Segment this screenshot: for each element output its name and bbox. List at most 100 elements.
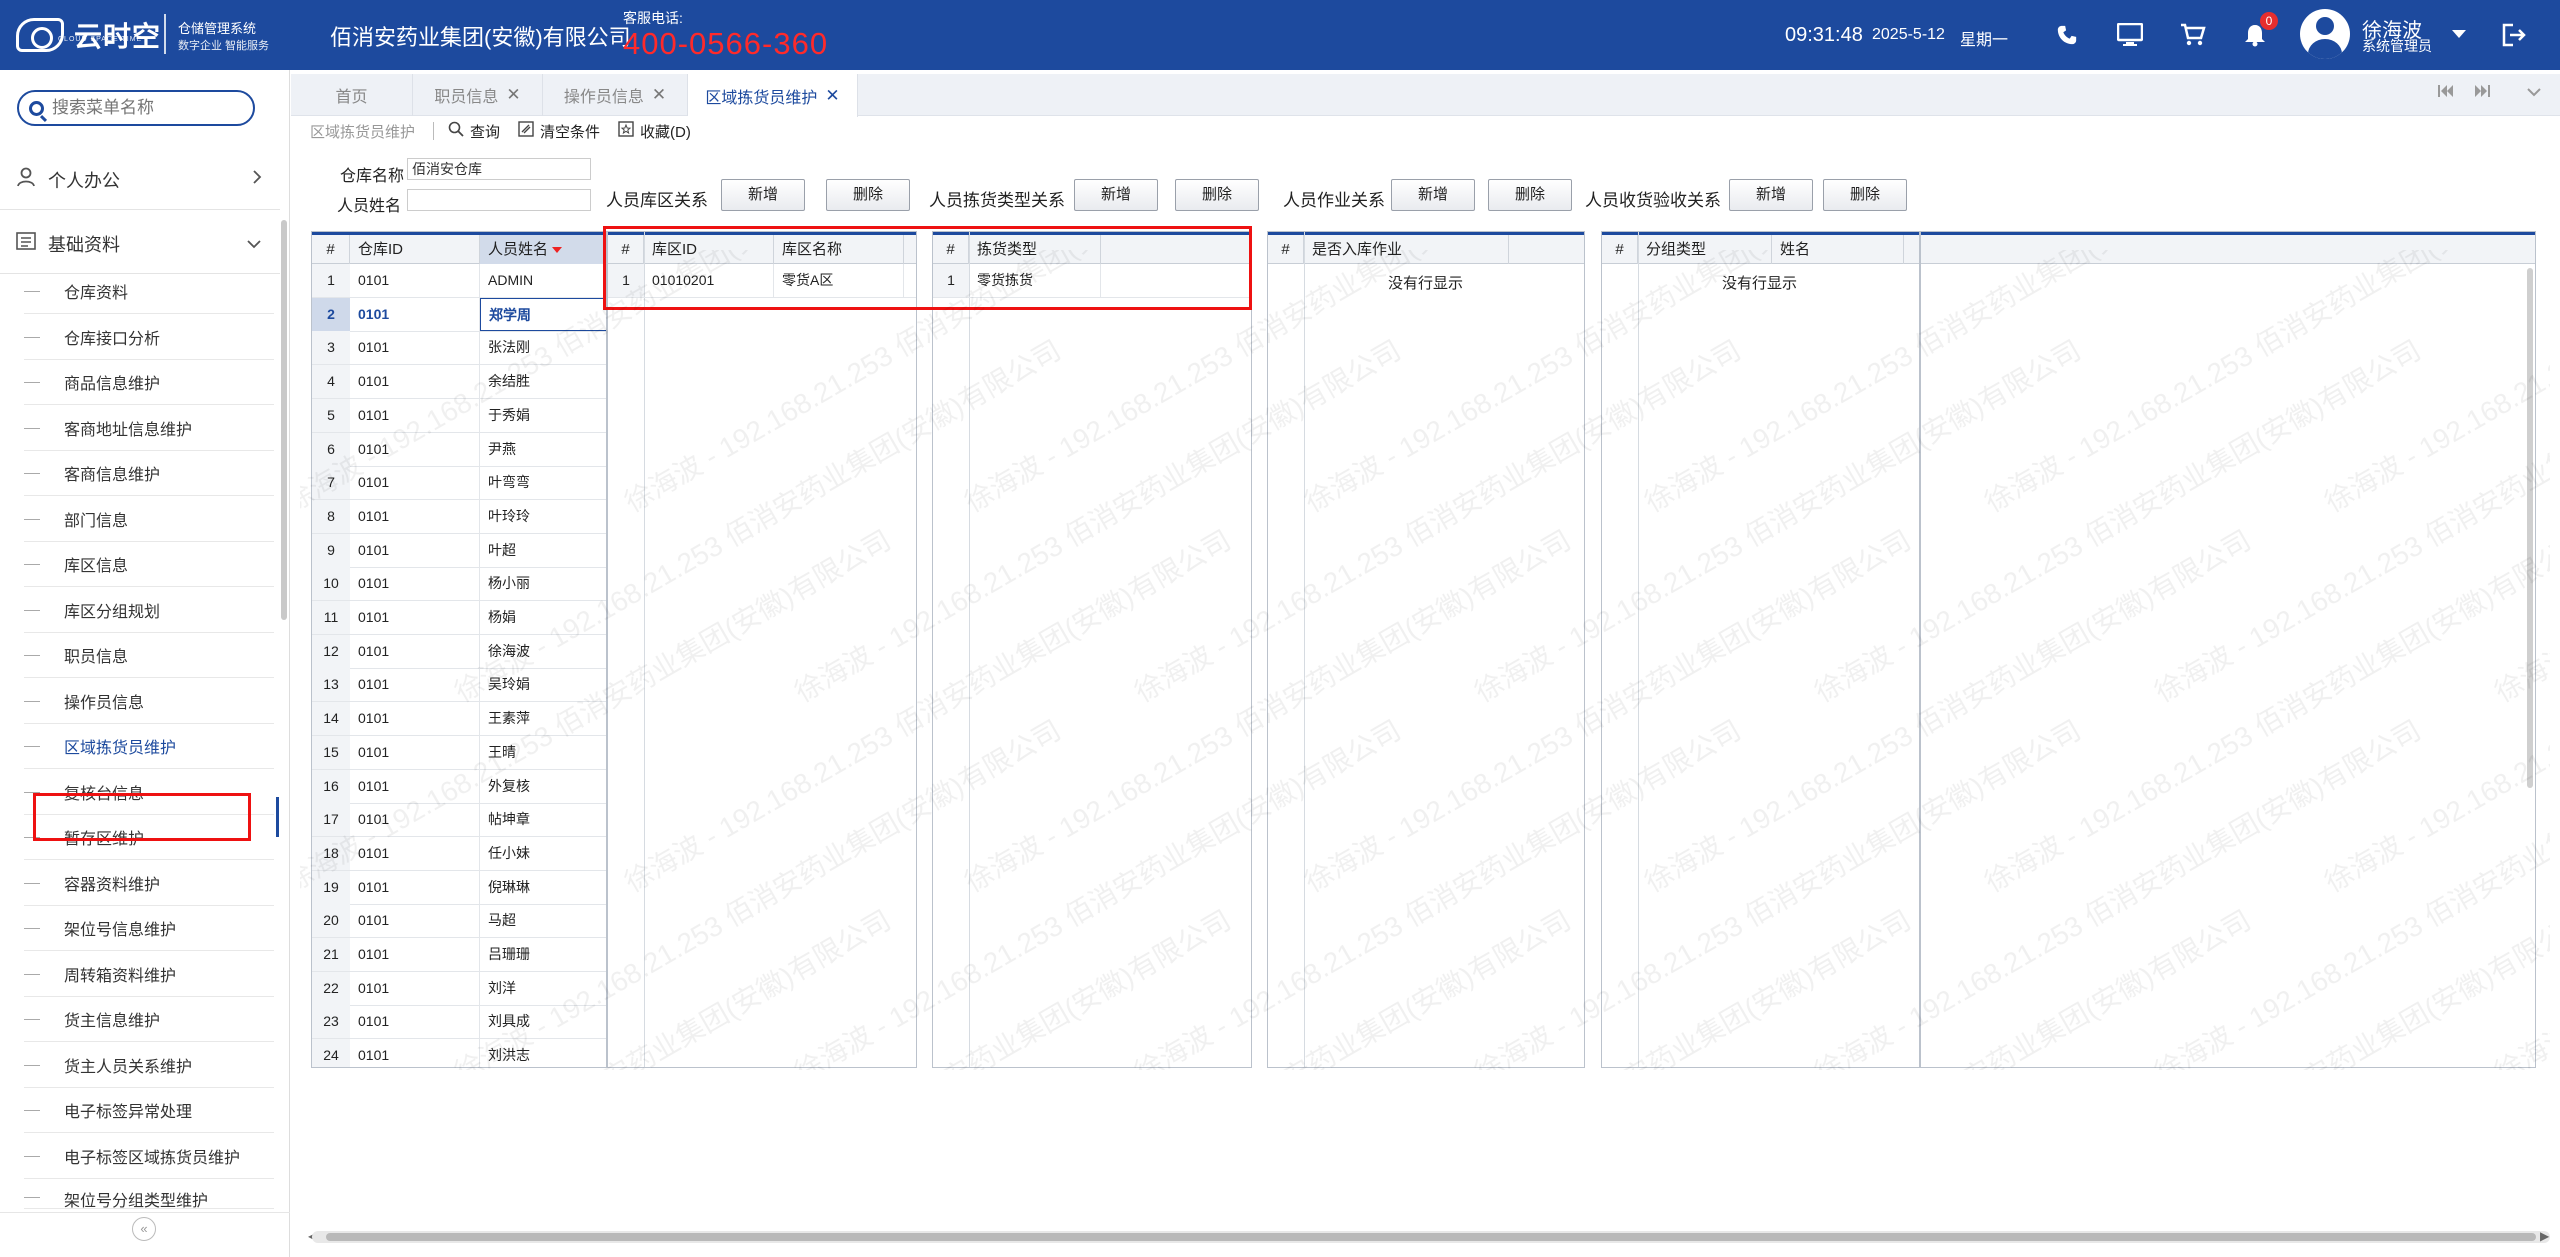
favorite-button[interactable]: 收藏(D) bbox=[618, 120, 691, 142]
receive-delete-button[interactable]: 删除 bbox=[1823, 179, 1907, 211]
sidebar-item-warehouse[interactable]: 仓库资料 bbox=[24, 269, 274, 314]
logout-icon[interactable] bbox=[2499, 20, 2529, 50]
avatar[interactable] bbox=[2300, 9, 2350, 59]
sidebar-item-label: 部门信息 bbox=[64, 513, 129, 530]
tab-operator[interactable]: 操作员信息 ✕ bbox=[543, 74, 688, 116]
table-row[interactable]: 17 0101 帖坤章 bbox=[312, 803, 606, 838]
row-number: 4 bbox=[312, 365, 350, 399]
sidebar-item-etag-picker[interactable]: 电子标签区域拣货员维护 bbox=[24, 1134, 274, 1179]
table-row[interactable]: 2 0101 郑学周 bbox=[312, 297, 606, 332]
scroll-right-arrow-icon[interactable]: ▶ bbox=[2540, 1229, 2549, 1243]
query-button[interactable]: 查询 bbox=[448, 121, 500, 142]
row-number: 21 bbox=[312, 938, 350, 971]
table-row[interactable]: 6 0101 尹燕 bbox=[312, 432, 606, 467]
sidebar-item-container[interactable]: 容器资料维护 bbox=[24, 861, 274, 906]
sidebar-item-owner-staff[interactable]: 货主人员关系维护 bbox=[24, 1043, 274, 1088]
sidebar-item-zone-group[interactable]: 库区分组规划 bbox=[24, 588, 274, 633]
column-header-warehouse-id[interactable]: 仓库ID bbox=[350, 235, 480, 264]
table-row[interactable]: 12 0101 徐海波 bbox=[312, 634, 606, 669]
tab-home[interactable]: 首页 bbox=[291, 74, 413, 116]
sidebar-item-owner[interactable]: 货主信息维护 bbox=[24, 997, 274, 1042]
table-row[interactable]: 11 0101 杨娟 bbox=[312, 601, 606, 635]
table-row[interactable]: 16 0101 外复核 bbox=[312, 769, 606, 804]
table-row[interactable]: 1 0101 ADMIN bbox=[312, 264, 606, 298]
job-add-button[interactable]: 新增 bbox=[1391, 179, 1475, 211]
tab-scroll-left-icon[interactable] bbox=[2438, 84, 2454, 102]
menu-search[interactable] bbox=[17, 90, 255, 126]
tab-staff[interactable]: 职员信息 ✕ bbox=[413, 74, 543, 116]
sidebar-item-zone[interactable]: 库区信息 bbox=[24, 542, 274, 587]
sidebar-item-zone-picker[interactable]: 区域拣货员维护 bbox=[24, 724, 274, 769]
zone-add-button[interactable]: 新增 bbox=[721, 179, 805, 211]
pick-add-button[interactable]: 新增 bbox=[1074, 179, 1158, 211]
logo-icon bbox=[16, 18, 64, 52]
sidebar-item-label: 架位号信息维护 bbox=[64, 922, 177, 939]
warehouse-field[interactable]: 佰消安仓库 bbox=[407, 158, 591, 180]
tab-menu-chevron-down-icon[interactable] bbox=[2526, 84, 2542, 102]
table-row[interactable]: 14 0101 王素萍 bbox=[312, 702, 606, 737]
table-row[interactable]: 23 0101 刘具成 bbox=[312, 1005, 606, 1040]
table-row[interactable]: 3 0101 张法刚 bbox=[312, 331, 606, 366]
column-header-person-name[interactable]: 人员姓名 bbox=[480, 235, 606, 264]
collapse-sidebar-button[interactable]: « bbox=[132, 1217, 156, 1241]
warehouse-id-cell: 0101 bbox=[350, 567, 480, 601]
sidebar-item-merchant-address[interactable]: 客商地址信息维护 bbox=[24, 406, 274, 451]
menu-group-basic[interactable]: 基础资料 bbox=[0, 214, 280, 274]
scrollbar-thumb[interactable] bbox=[326, 1233, 2536, 1241]
table-row[interactable]: 7 0101 叶弯弯 bbox=[312, 466, 606, 501]
sidebar-item-operator[interactable]: 操作员信息 bbox=[24, 679, 274, 724]
sidebar-item-goods[interactable]: 商品信息维护 bbox=[24, 360, 274, 405]
user-menu-caret-icon[interactable] bbox=[2452, 30, 2466, 38]
table-row[interactable]: 20 0101 马超 bbox=[312, 904, 606, 939]
table-row[interactable]: 24 0101 刘洪志 bbox=[312, 1039, 606, 1067]
table-row[interactable]: 22 0101 刘洋 bbox=[312, 971, 606, 1006]
pick-delete-button[interactable]: 删除 bbox=[1175, 179, 1259, 211]
close-icon[interactable]: ✕ bbox=[652, 85, 666, 105]
close-icon[interactable]: ✕ bbox=[506, 85, 520, 105]
sidebar-scrollbar[interactable] bbox=[281, 220, 287, 620]
table-row[interactable]: 10 0101 杨小丽 bbox=[312, 567, 606, 602]
sidebar-item-label: 容器资料维护 bbox=[64, 877, 161, 894]
row-number: 12 bbox=[312, 634, 350, 668]
table-row[interactable]: 8 0101 叶玲玲 bbox=[312, 499, 606, 534]
job-delete-button[interactable]: 删除 bbox=[1488, 179, 1572, 211]
table-row[interactable]: 21 0101 吕珊珊 bbox=[312, 938, 606, 972]
logo-divider bbox=[164, 14, 166, 54]
sidebar-item-warehouse-interface[interactable]: 仓库接口分析 bbox=[24, 315, 274, 360]
warehouse-id-cell: 0101 bbox=[350, 735, 480, 769]
person-name-field[interactable] bbox=[407, 189, 591, 211]
clear-conditions-button[interactable]: 清空条件 bbox=[518, 120, 600, 142]
sidebar-item-department[interactable]: 部门信息 bbox=[24, 497, 274, 542]
tab-scroll-right-icon[interactable] bbox=[2474, 84, 2490, 102]
table-row[interactable]: 5 0101 于秀娟 bbox=[312, 398, 606, 433]
horizontal-scrollbar[interactable] bbox=[312, 1231, 2550, 1243]
sidebar-item-shelf-group-type[interactable]: 架位号分组类型维护 bbox=[24, 1179, 274, 1209]
close-icon[interactable]: ✕ bbox=[825, 86, 839, 106]
column-header-inbound-job[interactable]: 是否入库作业 bbox=[1304, 235, 1509, 264]
column-header-name[interactable]: 姓名 bbox=[1772, 235, 1904, 264]
sidebar-item-shelf[interactable]: 架位号信息维护 bbox=[24, 906, 274, 951]
column-header-group-type[interactable]: 分组类型 bbox=[1638, 235, 1772, 264]
table-row[interactable]: 18 0101 任小妹 bbox=[312, 836, 606, 871]
sidebar-item-tote[interactable]: 周转箱资料维护 bbox=[24, 952, 274, 997]
table-row[interactable]: 4 0101 余结胜 bbox=[312, 365, 606, 400]
sidebar-item-staff[interactable]: 职员信息 bbox=[24, 633, 274, 678]
table-row[interactable]: 19 0101 倪琳琳 bbox=[312, 870, 606, 905]
table-row[interactable]: 9 0101 叶超 bbox=[312, 533, 606, 568]
sidebar-item-merchant[interactable]: 客商信息维护 bbox=[24, 451, 274, 496]
monitor-icon[interactable] bbox=[2115, 20, 2145, 50]
cart-icon[interactable] bbox=[2178, 20, 2208, 50]
phone-icon[interactable] bbox=[2052, 20, 2082, 50]
table-row[interactable]: 15 0101 王晴 bbox=[312, 735, 606, 770]
menu-search-input[interactable] bbox=[52, 98, 242, 118]
receive-add-button[interactable]: 新增 bbox=[1729, 179, 1813, 211]
sidebar-item-label: 库区分组规划 bbox=[64, 604, 161, 621]
favorite-icon bbox=[618, 120, 634, 142]
zone-delete-button[interactable]: 删除 bbox=[826, 179, 910, 211]
tab-zone-picker[interactable]: 区域拣货员维护 ✕ bbox=[688, 74, 858, 117]
tree-line bbox=[24, 518, 40, 520]
menu-group-personal[interactable]: 个人办公 bbox=[0, 150, 280, 210]
grid-scrollbar[interactable] bbox=[2527, 268, 2533, 788]
sidebar-item-etag-exception[interactable]: 电子标签异常处理 bbox=[24, 1088, 274, 1133]
table-row[interactable]: 13 0101 吴玲娟 bbox=[312, 668, 606, 703]
